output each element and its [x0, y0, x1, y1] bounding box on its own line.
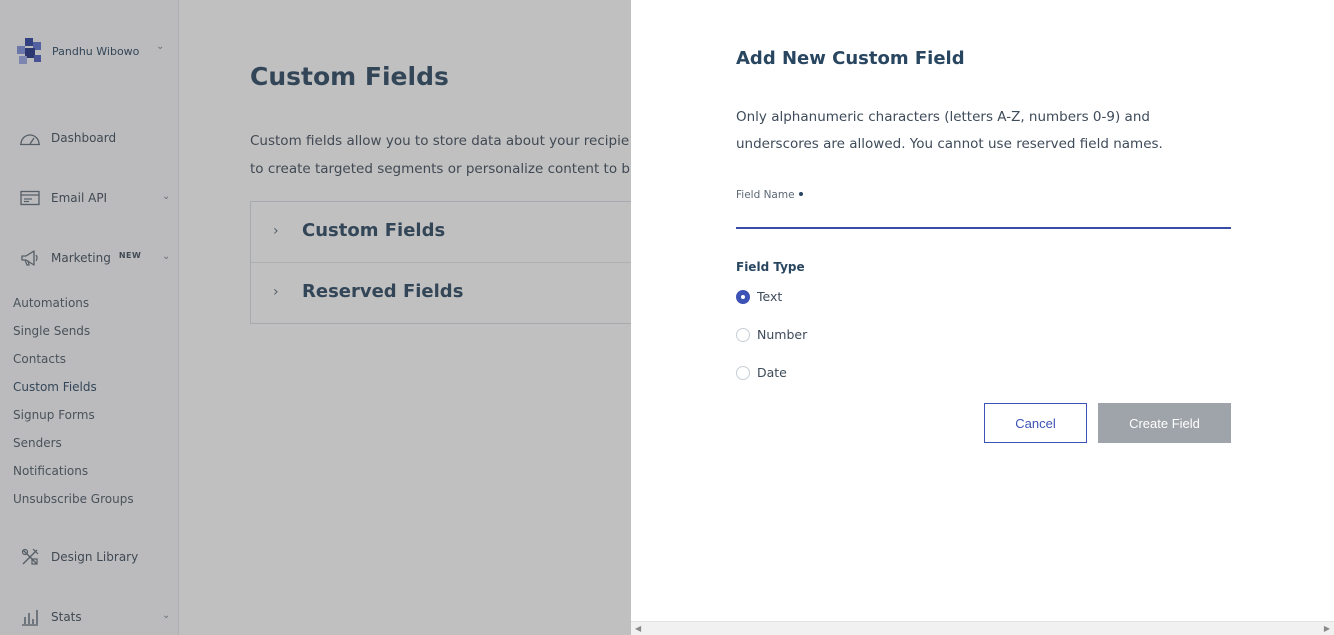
required-indicator [798, 192, 803, 196]
modal-overlay[interactable] [0, 0, 631, 635]
field-type-label: Field Type [736, 260, 805, 274]
field-type-option-date[interactable]: Date [736, 365, 787, 380]
field-type-option-text[interactable]: Text [736, 289, 782, 304]
drawer-title: Add New Custom Field [736, 48, 965, 69]
scroll-right-arrow-icon[interactable]: ▶ [1324, 624, 1330, 633]
radio-label: Text [757, 289, 783, 304]
radio-label: Date [757, 365, 787, 380]
radio-unchecked-icon[interactable] [736, 365, 750, 380]
radio-label: Number [757, 327, 808, 342]
cancel-button[interactable]: Cancel [984, 403, 1087, 443]
horizontal-scrollbar[interactable]: ◀ ▶ [631, 621, 1334, 635]
radio-checked-icon[interactable] [736, 289, 750, 304]
scroll-left-arrow-icon[interactable]: ◀ [635, 624, 641, 633]
radio-unchecked-icon[interactable] [736, 327, 750, 342]
add-custom-field-drawer: Add New Custom Field Only alphanumeric c… [631, 0, 1334, 635]
drawer-description: Only alphanumeric characters (letters A-… [736, 109, 1163, 152]
field-name-input[interactable] [736, 207, 1231, 229]
create-field-button[interactable]: Create Field [1098, 403, 1231, 443]
field-name-label: Field Name [736, 189, 803, 201]
field-name-label-text: Field Name [736, 189, 795, 201]
field-type-option-number[interactable]: Number [736, 327, 807, 342]
